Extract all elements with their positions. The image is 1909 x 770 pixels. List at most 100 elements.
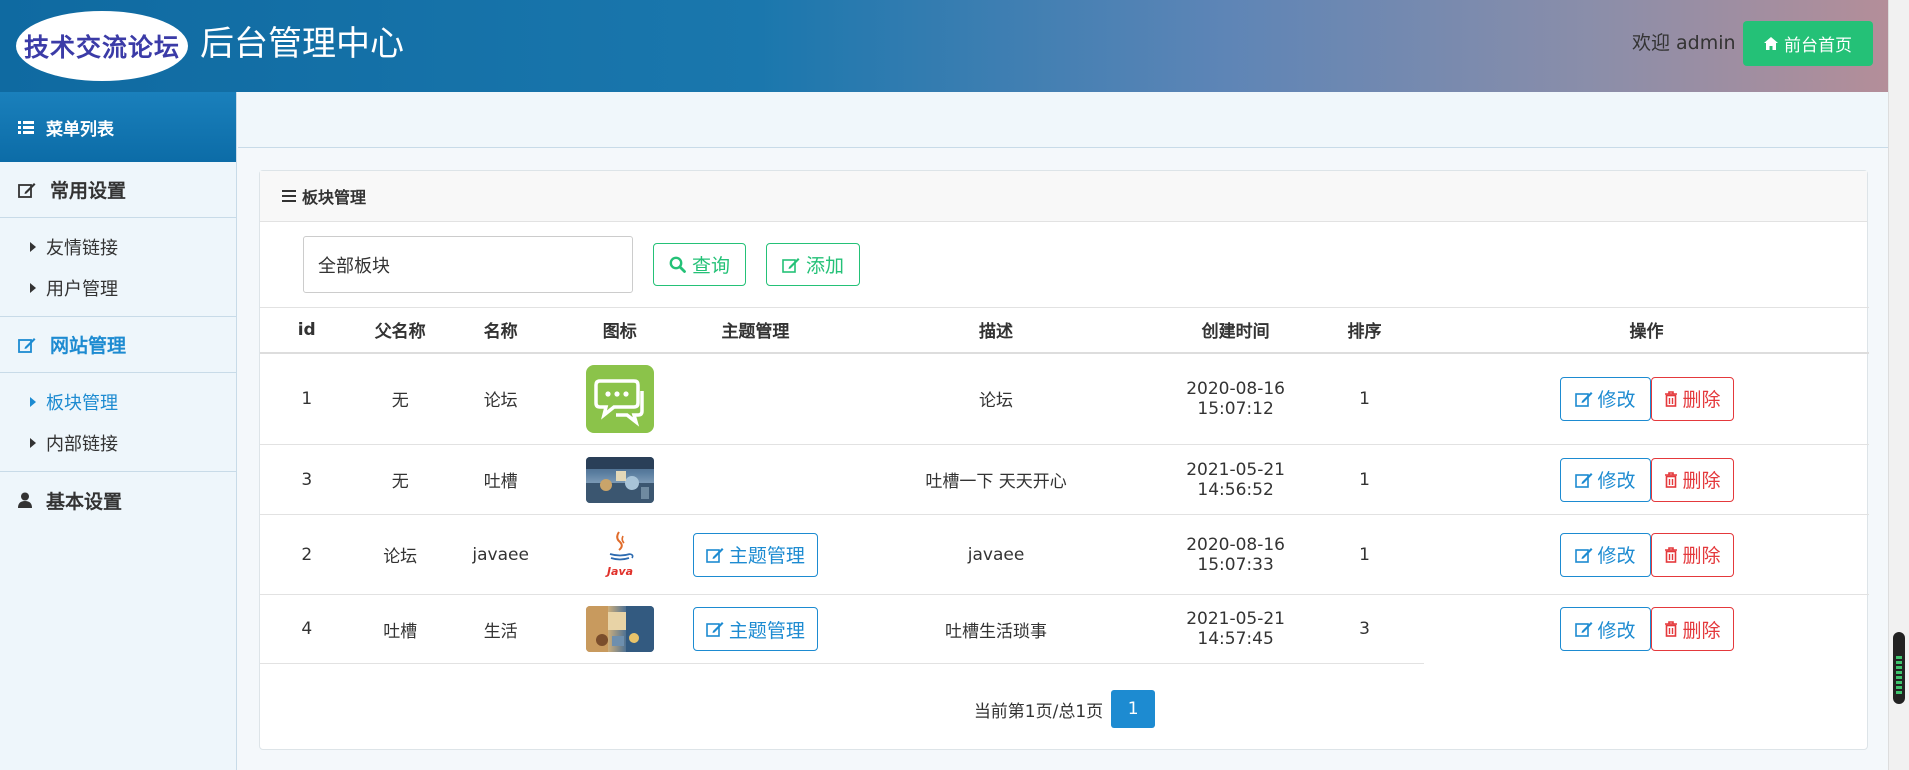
cell-created: 2021-05-21 14:56:52 <box>1166 444 1305 515</box>
edit-icon <box>18 337 36 353</box>
panel-header: 板块管理 <box>260 171 1867 222</box>
filter-toolbar: 全部板块 查询 添加 <box>303 236 860 293</box>
sidebar-item-internal-links[interactable]: 内部链接 <box>0 422 236 463</box>
cell-name: 论坛 <box>446 352 555 445</box>
delete-button[interactable]: 删除 <box>1650 457 1734 502</box>
cell-created: 2020-08-16 15:07:33 <box>1166 514 1305 595</box>
edit-icon <box>1574 547 1593 563</box>
cell-sort: 1 <box>1304 444 1425 515</box>
edit-label: 修改 <box>1597 470 1636 492</box>
board-select-value: 全部板块 <box>318 255 390 277</box>
home-icon <box>1764 37 1778 50</box>
topic-management-label: 主题管理 <box>728 545 805 567</box>
edit-label: 修改 <box>1597 545 1636 567</box>
topic-management-label: 主题管理 <box>728 619 805 642</box>
col-header-parent: 父名称 <box>353 307 447 354</box>
logo-text: 技术交流论坛 <box>23 33 180 62</box>
cell-actions: 修改 删除 <box>1424 595 1869 664</box>
list-icon <box>18 120 34 134</box>
edit-button[interactable]: 修改 <box>1559 457 1651 502</box>
page-scrollbar[interactable] <box>1888 0 1909 770</box>
welcome-text: 欢迎 admin <box>1632 32 1736 54</box>
delete-button[interactable]: 删除 <box>1650 532 1734 577</box>
edit-icon <box>706 621 724 637</box>
cell-topic: 主题管理 <box>685 594 826 664</box>
col-header-sort: 排序 <box>1304 307 1425 354</box>
java-logo-icon: Java <box>585 527 654 582</box>
caret-right-icon <box>30 241 36 252</box>
sidebar-item-label: 友情链接 <box>46 237 118 259</box>
group-common-settings[interactable]: 常用设置 <box>0 162 236 218</box>
cell-topic <box>685 352 826 445</box>
trash-icon <box>1664 390 1678 407</box>
search-icon <box>669 256 686 273</box>
cell-id: 1 <box>260 352 354 445</box>
table-header-row: id 父名称 名称 图标 主题管理 描述 创建时间 排序 操作 <box>260 307 1869 354</box>
query-button[interactable]: 查询 <box>653 243 746 286</box>
add-button[interactable]: 添加 <box>766 243 860 286</box>
col-header-desc: 描述 <box>825 307 1167 354</box>
sidebar-item-label: 板块管理 <box>46 392 118 414</box>
edit-icon <box>1574 472 1593 488</box>
cell-sort: 1 <box>1304 352 1425 445</box>
header-bar: 技术交流论坛 后台管理中心 欢迎 admin 前台首页 <box>0 0 1888 92</box>
sidebar-item-friend-links[interactable]: 友情链接 <box>0 226 236 267</box>
topic-management-button[interactable]: 主题管理 <box>692 532 818 577</box>
site-logo[interactable]: 技术交流论坛 <box>16 11 188 81</box>
scrollbar-thumb[interactable] <box>1893 632 1905 704</box>
col-header-icon: 图标 <box>554 307 686 354</box>
created-date: 2020-08-16 <box>1186 378 1285 399</box>
delete-label: 删除 <box>1682 619 1721 642</box>
pagination: 当前第1页/总1页 1 <box>260 690 1869 728</box>
bars-icon <box>282 190 296 202</box>
sidebar-item-label: 用户管理 <box>46 278 118 300</box>
cell-id: 3 <box>260 444 354 515</box>
group-label: 网站管理 <box>50 335 127 357</box>
edit-button[interactable]: 修改 <box>1559 376 1651 421</box>
edit-button[interactable]: 修改 <box>1559 532 1651 577</box>
delete-label: 删除 <box>1682 389 1721 412</box>
cell-topic: 主题管理 <box>685 514 826 595</box>
table-row: 4 吐槽 生活 主题管理 吐槽生活琐事 2021-05-21 14:57:45 … <box>260 594 1869 664</box>
table-row: 3 无 吐槽 吐槽一下 天天开心 2021-05-21 14:56:52 1 修… <box>260 444 1869 515</box>
cell-icon <box>554 594 686 664</box>
created-time: 15:07:12 <box>1197 398 1274 419</box>
edit-icon <box>18 182 36 198</box>
edit-icon <box>706 547 724 563</box>
trash-icon <box>1664 621 1678 638</box>
board-management-panel: 板块管理 全部板块 查询 添加 id 父名称 名称 图标 主题管理 描述 创建时… <box>259 170 1869 750</box>
cell-sort: 1 <box>1304 514 1425 595</box>
frontend-home-button[interactable]: 前台首页 <box>1743 21 1873 66</box>
caret-right-icon <box>30 396 36 407</box>
created-time: 14:57:45 <box>1197 629 1274 649</box>
sidebar-item-user-management[interactable]: 用户管理 <box>0 267 236 308</box>
edit-button[interactable]: 修改 <box>1559 607 1651 652</box>
trash-icon <box>1664 546 1678 563</box>
delete-button[interactable]: 删除 <box>1650 607 1734 652</box>
page-button-current[interactable]: 1 <box>1111 690 1156 728</box>
caret-right-icon <box>30 437 36 448</box>
admin-title: 后台管理中心 <box>200 24 404 64</box>
submenu-common-settings: 友情链接 用户管理 <box>0 218 236 317</box>
cell-parent: 论坛 <box>353 514 447 595</box>
sidebar-item-board-management[interactable]: 板块管理 <box>0 381 236 422</box>
group-basic-settings[interactable]: 基本设置 <box>0 472 236 528</box>
board-table: id 父名称 名称 图标 主题管理 描述 创建时间 排序 操作 1 无 论坛 论… <box>260 307 1869 664</box>
cell-icon <box>554 352 686 445</box>
cell-icon: Java <box>554 514 686 595</box>
delete-button[interactable]: 删除 <box>1650 376 1734 421</box>
topic-management-button[interactable]: 主题管理 <box>692 607 818 651</box>
col-header-actions: 操作 <box>1424 307 1869 354</box>
delete-label: 删除 <box>1682 545 1721 567</box>
page-info: 当前第1页/总1页 <box>973 701 1104 722</box>
col-header-name: 名称 <box>446 307 555 354</box>
table-row: 2 论坛 javaee Java 主题管理 javaee 2020-08-16 <box>260 514 1869 595</box>
cell-parent: 无 <box>353 352 447 445</box>
edit-icon <box>1574 621 1593 638</box>
edit-icon <box>782 257 800 273</box>
board-select[interactable]: 全部板块 <box>303 236 633 293</box>
col-header-created: 创建时间 <box>1166 307 1305 354</box>
user-icon <box>18 492 32 508</box>
chat-bubble-icon <box>585 364 654 433</box>
group-site-management[interactable]: 网站管理 <box>0 317 236 373</box>
